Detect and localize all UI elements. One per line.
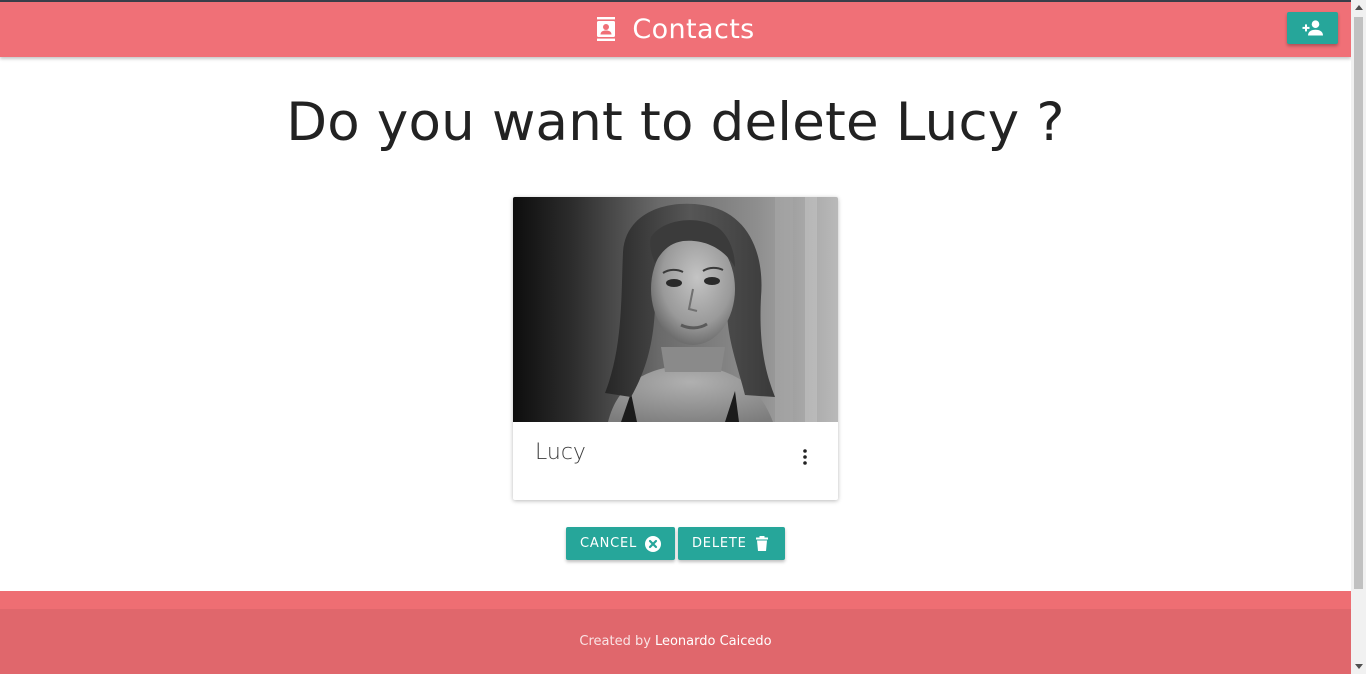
person-add-icon xyxy=(1302,20,1324,36)
delete-button[interactable]: DELETE xyxy=(678,527,785,560)
scroll-down-arrow-icon[interactable] xyxy=(1351,659,1366,674)
scroll-up-arrow-icon[interactable] xyxy=(1351,0,1366,15)
footer-copyright: Created by Leonardo Caicedo xyxy=(0,609,1351,674)
more-vert-icon xyxy=(803,449,807,465)
contact-photo xyxy=(513,197,838,422)
vertical-scrollbar[interactable] xyxy=(1351,0,1366,674)
navbar: Contacts xyxy=(0,2,1351,57)
contact-menu-button[interactable] xyxy=(794,445,816,469)
contacts-icon xyxy=(596,16,616,41)
contact-card: Lucy xyxy=(513,197,838,500)
footer-author-link[interactable]: Leonardo Caicedo xyxy=(655,634,772,649)
cancel-button-label: CANCEL xyxy=(580,536,638,551)
footer: Created by Leonardo Caicedo xyxy=(0,591,1351,674)
app-viewport: Contacts Do you want to delete Lucy ? Lu… xyxy=(0,0,1351,674)
cancel-circle-icon xyxy=(644,535,661,552)
trash-icon xyxy=(753,535,770,552)
add-contact-button[interactable] xyxy=(1287,12,1338,44)
cancel-button[interactable]: CANCEL xyxy=(566,527,675,560)
contact-name: Lucy xyxy=(535,440,586,465)
delete-button-label: DELETE xyxy=(692,536,747,551)
scrollbar-thumb[interactable] xyxy=(1354,17,1363,589)
footer-prefix: Created by xyxy=(579,634,651,649)
brand-title: Contacts xyxy=(632,14,755,45)
brand[interactable]: Contacts xyxy=(0,2,1351,57)
page-title: Do you want to delete Lucy ? xyxy=(286,92,1065,153)
